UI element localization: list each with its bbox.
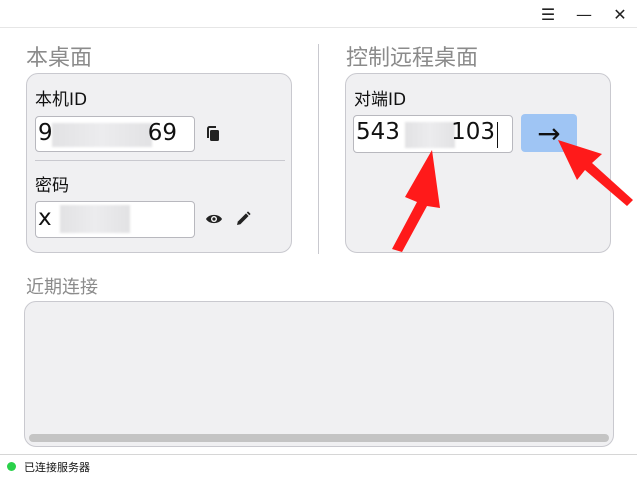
local-id-value-start: 9 — [38, 120, 53, 146]
close-icon[interactable]: ✕ — [602, 0, 637, 28]
peer-id-value-start: 543 — [356, 119, 400, 145]
title-bar: ☰ — ✕ — [0, 0, 637, 28]
connect-button[interactable]: → — [521, 114, 577, 152]
panel-separator — [35, 160, 285, 161]
local-id-label: 本机ID — [35, 90, 88, 110]
text-caret — [497, 122, 498, 148]
section-divider — [318, 44, 319, 254]
password-value-start: x — [38, 205, 52, 231]
local-desktop-title: 本桌面 — [26, 46, 93, 71]
redacted-region — [60, 205, 130, 233]
local-id-value-end: 69 — [147, 120, 177, 146]
password-field[interactable]: x — [35, 201, 195, 238]
password-label: 密码 — [35, 176, 69, 196]
horizontal-scrollbar[interactable] — [29, 434, 609, 442]
eye-icon[interactable] — [205, 210, 223, 228]
redacted-region — [52, 123, 152, 147]
peer-id-label: 对端ID — [354, 90, 407, 110]
recent-connections-title: 近期连接 — [26, 277, 98, 298]
minimize-icon[interactable]: — — [566, 0, 602, 28]
pencil-icon[interactable] — [234, 210, 252, 228]
menu-icon[interactable]: ☰ — [530, 0, 566, 28]
peer-id-value-end: 103 — [451, 119, 495, 145]
remote-panel: 对端ID 543 103 → — [345, 73, 611, 253]
peer-id-input[interactable]: 543 103 — [353, 115, 513, 153]
copy-icon[interactable] — [205, 126, 221, 142]
local-panel: 本机ID 9 69 密码 x — [26, 73, 292, 253]
arrow-right-icon: → — [537, 116, 561, 150]
redacted-region — [405, 122, 455, 148]
status-bar: 已连接服务器 — [0, 454, 637, 478]
recent-connections-panel — [24, 301, 614, 447]
status-text: 已连接服务器 — [24, 461, 90, 474]
status-indicator — [7, 462, 16, 471]
remote-desktop-title: 控制远程桌面 — [346, 46, 479, 71]
local-id-field[interactable]: 9 69 — [35, 116, 195, 152]
